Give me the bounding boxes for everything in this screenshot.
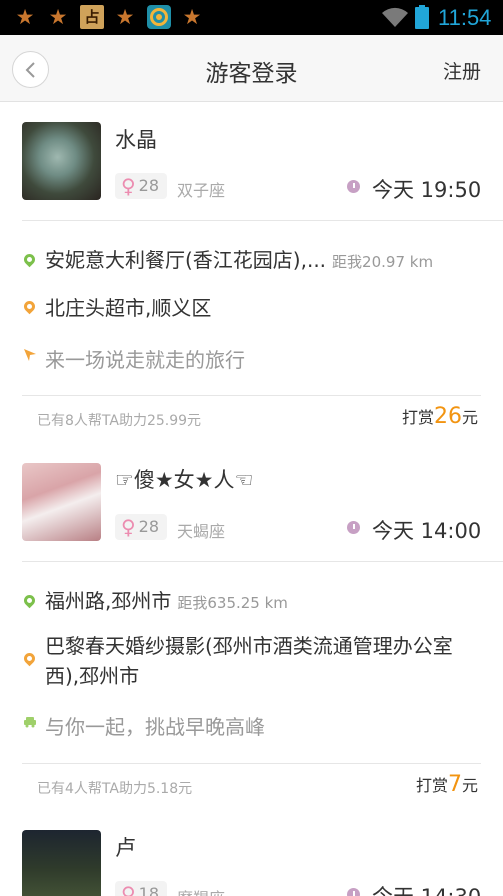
ride-post-card[interactable]: ☞傻★女★人☜ ♀ 28 天蝎座 今天 14:00 福州路,邳州市 距我635.2… <box>0 443 503 763</box>
end-location: 巴黎春天婚纱摄影(邳州市酒类流通管理办公室西),邳州市 <box>45 634 453 688</box>
trip-message: 与你一起，挑战早晚高峰 <box>45 715 265 739</box>
departure-time: 今天 14:30 <box>372 881 481 896</box>
start-location-text: 安妮意大利餐厅(香江花园店),... <box>45 248 327 272</box>
clock-icon <box>347 180 360 193</box>
divider <box>22 763 481 764</box>
ride-post-card[interactable]: 卢 ♀ 18 摩羯座 今天 14:30 <box>0 811 503 896</box>
reward-suffix: 元 <box>461 408 478 427</box>
battery-icon <box>415 5 429 29</box>
divider <box>22 220 503 221</box>
helped-summary: 已有4人帮TA助力5.18元 <box>37 781 193 797</box>
zodiac-label: 摩羯座 <box>177 885 225 896</box>
age-badge: ♀ 18 <box>115 881 168 896</box>
reward-button[interactable]: 打赏26元 <box>402 404 478 429</box>
female-icon: ♀ <box>121 515 136 539</box>
wifi-icon <box>382 7 408 27</box>
start-location-text: 福州路,邳州市 <box>45 589 172 613</box>
clock-time: 11:54 <box>438 5 492 30</box>
trip-message: 来一场说走就走的旅行 <box>45 348 245 372</box>
distance-label: 距我635.25 km <box>177 594 288 612</box>
avatar[interactable] <box>22 830 101 896</box>
start-pin-icon <box>21 251 38 268</box>
age-badge: ♀ 28 <box>115 173 168 199</box>
end-pin-icon <box>21 650 38 667</box>
clock-icon <box>347 888 360 896</box>
user-name: 卢 <box>115 836 136 860</box>
title-bar: 游客登录 注册 <box>0 35 503 102</box>
user-name: 水晶 <box>115 128 157 152</box>
female-icon: ♀ <box>121 882 136 896</box>
plane-icon <box>24 349 36 361</box>
end-pin-icon <box>21 298 38 315</box>
reward-prefix: 打赏 <box>415 776 448 795</box>
user-name: ☞傻★女★人☜ <box>115 468 254 492</box>
star-icon: ★ <box>182 5 202 29</box>
helped-summary: 已有8人帮TA助力25.99元 <box>37 413 202 429</box>
avatar[interactable] <box>22 463 101 541</box>
clock-icon <box>347 521 360 534</box>
reward-suffix: 元 <box>461 776 478 795</box>
divider <box>22 561 503 562</box>
divider <box>22 395 481 396</box>
start-location: 安妮意大利餐厅(香江花园店),... 距我20.97 km <box>45 244 433 273</box>
star-icon: ★ <box>48 5 68 29</box>
departure-time: 今天 14:00 <box>372 519 482 543</box>
app-icon-wheel <box>147 5 171 29</box>
reward-button[interactable]: 打赏7元 <box>416 772 478 797</box>
reward-amount: 26 <box>433 404 462 429</box>
ride-post-card[interactable]: 水晶 ♀ 28 双子座 今天 19:50 安妮意大利餐厅(香江花园店),... 距… <box>0 102 503 395</box>
start-location: 福州路,邳州市 距我635.25 km <box>45 585 288 614</box>
age-value: 28 <box>138 176 160 195</box>
reward-prefix: 打赏 <box>401 408 434 427</box>
zodiac-label: 双子座 <box>177 181 226 200</box>
end-location: 北庄头超市,顺义区 <box>45 296 212 320</box>
page-title: 游客登录 <box>205 61 298 87</box>
female-icon: ♀ <box>121 174 136 198</box>
distance-label: 距我20.97 km <box>332 253 434 271</box>
departure-time: 今天 19:50 <box>372 178 482 202</box>
register-button[interactable]: 注册 <box>443 57 481 84</box>
age-badge: ♀ 28 <box>115 514 168 540</box>
car-icon <box>24 717 36 728</box>
age-value: 18 <box>138 884 160 896</box>
start-pin-icon <box>21 592 38 609</box>
zodiac-label: 天蝎座 <box>177 522 226 541</box>
star-icon: ★ <box>15 5 35 29</box>
status-bar: ★ ★ 占 ★ ★ 11:54 <box>0 0 503 35</box>
age-value: 28 <box>138 517 160 536</box>
reward-amount: 7 <box>447 772 462 797</box>
avatar[interactable] <box>22 122 101 200</box>
app-icon-zhan: 占 <box>80 5 104 29</box>
star-icon: ★ <box>115 5 135 29</box>
